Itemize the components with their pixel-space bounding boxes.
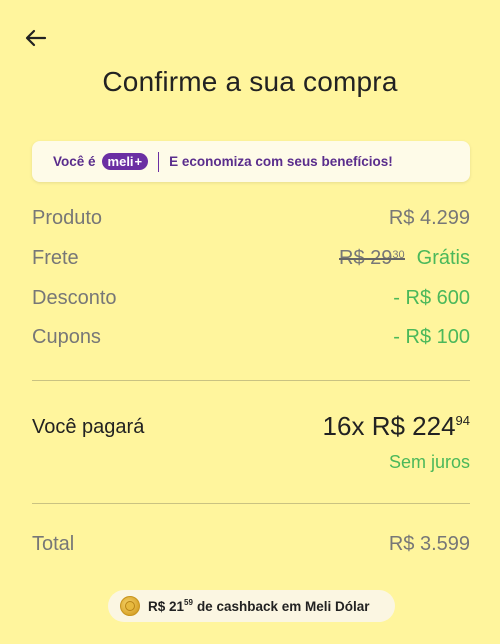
banner-divider [158, 151, 160, 172]
page-title: Confirme a sua compra [102, 66, 398, 97]
meli-plus-badge: meli + [101, 153, 149, 170]
banner-prefix: Você é [53, 154, 96, 169]
installment-whole: 16x R$ 224 [322, 411, 456, 441]
coupons-value: - R$ 100 [393, 325, 470, 348]
product-row: Produto R$ 4.299 [32, 203, 470, 233]
installment-cents: 94 [455, 413, 470, 428]
shipping-row: Frete R$ 2930 Grátis [32, 243, 470, 273]
coupons-label: Cupons [32, 325, 101, 348]
meli-plus-sign: + [134, 153, 143, 169]
discount-label: Desconto [32, 286, 117, 309]
shipping-old-whole: R$ 29 [339, 246, 393, 269]
shipping-label: Frete [32, 246, 79, 269]
shipping-old-cents: 30 [392, 248, 405, 261]
pay-label: Você pagará [32, 416, 145, 438]
coupons-row: Cupons - R$ 100 [32, 322, 470, 352]
arrow-left-icon [25, 29, 47, 47]
coin-icon [120, 596, 140, 616]
cashback-amount: R$ 2159 [148, 597, 193, 614]
product-label: Produto [32, 206, 103, 229]
meli-plus-brand: meli [107, 153, 134, 169]
cashback-text: de cashback em Meli Dólar [196, 598, 370, 614]
product-value: R$ 4.299 [388, 206, 470, 229]
shipping-values: R$ 2930 Grátis [339, 247, 470, 270]
meli-plus-banner[interactable]: Você é meli + E economiza com seus benefí… [32, 141, 470, 182]
discount-value: - R$ 600 [393, 286, 470, 309]
cashback-cents: 59 [184, 597, 193, 607]
cashback-whole: R$ 21 [148, 598, 185, 614]
shipping-old-price: R$ 2930 [339, 247, 405, 270]
total-row: Total R$ 3.599 [32, 533, 470, 556]
shipping-free: Grátis [416, 246, 470, 269]
no-interest-label: Sem juros [388, 452, 470, 472]
cashback-pill: R$ 2159 de cashback em Meli Dólar [108, 590, 395, 622]
total-value: R$ 3.599 [388, 533, 470, 555]
banner-message: E economiza com seus benefícios! [169, 154, 393, 169]
back-button[interactable] [22, 24, 50, 52]
discount-row: Desconto - R$ 600 [32, 283, 470, 313]
divider [32, 380, 470, 381]
divider [32, 503, 470, 504]
installment-amount: 16x R$ 22494 [323, 411, 470, 442]
total-label: Total [32, 533, 75, 555]
